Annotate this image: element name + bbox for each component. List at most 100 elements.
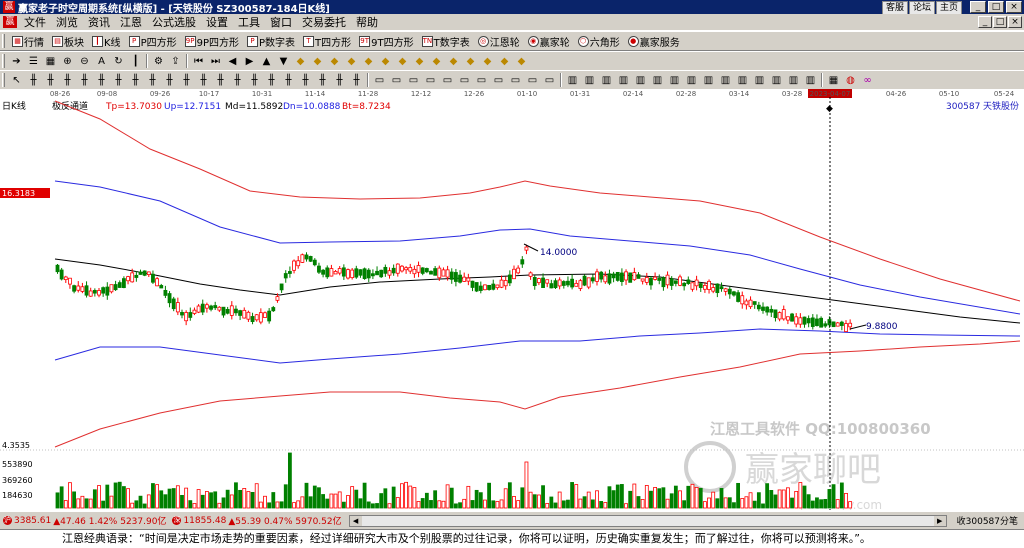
line-tool-icon[interactable]: ╫ xyxy=(95,74,108,87)
t-table-button[interactable]: TN T数字表 xyxy=(418,34,474,49)
line-tool-icon[interactable]: ╫ xyxy=(129,74,142,87)
mdi-minimize-button[interactable]: _ xyxy=(978,16,992,28)
diamond-icon[interactable]: ◆ xyxy=(481,55,494,68)
kline-chart[interactable]: 08-26 09-08 09-26 10-17 10-31 11-14 11-28 12-12… xyxy=(0,89,1024,512)
line-tool-icon[interactable]: ╫ xyxy=(282,74,295,87)
box-tool-icon[interactable]: ▭ xyxy=(543,74,556,87)
homepage-link[interactable]: 主页 xyxy=(935,1,962,15)
diamond-icon[interactable]: ◆ xyxy=(328,55,341,68)
menu-settings[interactable]: 设置 xyxy=(201,14,233,30)
9p-square-button[interactable]: 9P 9P四方形 xyxy=(181,34,243,49)
refresh-icon[interactable]: ↻ xyxy=(112,55,125,68)
diamond-icon[interactable]: ◆ xyxy=(345,55,358,68)
menu-help[interactable]: 帮助 xyxy=(351,14,383,30)
zoom-out-icon[interactable]: ⊖ xyxy=(78,55,91,68)
grid-tool-icon[interactable]: ▥ xyxy=(770,74,783,87)
line-tool-icon[interactable]: ╫ xyxy=(112,74,125,87)
diamond-icon[interactable]: ◆ xyxy=(311,55,324,68)
grid-tool-icon[interactable]: ▥ xyxy=(617,74,630,87)
forum-link[interactable]: 论坛 xyxy=(908,1,935,15)
grid-tool-icon[interactable]: ▥ xyxy=(736,74,749,87)
winner-wheel-button[interactable]: ◉ 赢家轮 xyxy=(524,34,574,49)
menu-file[interactable]: 文件 xyxy=(19,14,51,30)
mdi-close-button[interactable]: × xyxy=(1008,16,1022,28)
scroll-left-icon[interactable]: ◀ xyxy=(349,515,362,526)
grid-tool-icon[interactable]: ▥ xyxy=(804,74,817,87)
minimize-button[interactable]: _ xyxy=(970,1,986,13)
sh-index[interactable]: 沪 3385.61 ▲47.46 1.42% 5237.90亿 xyxy=(0,514,169,527)
sectors-button[interactable]: ▤ 板块 xyxy=(48,34,88,49)
grid-tool-icon[interactable]: ▥ xyxy=(787,74,800,87)
diamond-icon[interactable]: ◆ xyxy=(396,55,409,68)
box-tool-icon[interactable]: ▭ xyxy=(526,74,539,87)
list-icon[interactable]: ☰ xyxy=(27,55,40,68)
circle-icon[interactable]: ◍ xyxy=(844,74,857,87)
grid-tool-icon[interactable]: ▥ xyxy=(600,74,613,87)
quotes-button[interactable]: ▦ 行情 xyxy=(8,34,48,49)
9t-square-button[interactable]: 9T 9T四方形 xyxy=(355,34,417,49)
maximize-button[interactable]: □ xyxy=(988,1,1004,13)
grid-tool-icon[interactable]: ▥ xyxy=(702,74,715,87)
infinity-icon[interactable]: ∞ xyxy=(861,74,874,87)
grid-tool-icon[interactable]: ▥ xyxy=(651,74,664,87)
grid-tool-icon[interactable]: ▥ xyxy=(634,74,647,87)
diamond-icon[interactable]: ◆ xyxy=(430,55,443,68)
diamond-icon[interactable]: ◆ xyxy=(379,55,392,68)
down-icon[interactable]: ▼ xyxy=(277,55,290,68)
line-tool-icon[interactable]: ╫ xyxy=(180,74,193,87)
customer-service-link[interactable]: 客服 xyxy=(881,1,908,15)
table-icon[interactable]: ▦ xyxy=(827,74,840,87)
diamond-icon[interactable]: ◆ xyxy=(447,55,460,68)
toolbar-grip[interactable] xyxy=(2,34,5,48)
close-button[interactable]: × xyxy=(1006,1,1022,13)
p-table-button[interactable]: P P数字表 xyxy=(243,34,299,49)
box-tool-icon[interactable]: ▭ xyxy=(475,74,488,87)
service-button[interactable]: ● 赢家服务 xyxy=(624,34,684,49)
menu-browse[interactable]: 浏览 xyxy=(51,14,83,30)
line-tool-icon[interactable]: ╫ xyxy=(231,74,244,87)
line-tool-icon[interactable]: ╫ xyxy=(44,74,57,87)
diamond-icon[interactable]: ◆ xyxy=(362,55,375,68)
bar-icon[interactable]: ┃ xyxy=(129,55,142,68)
scroll-right-icon[interactable]: ▶ xyxy=(933,515,946,526)
box-tool-icon[interactable]: ▭ xyxy=(492,74,505,87)
tick-data-label[interactable]: 收300587分笔 xyxy=(951,514,1024,527)
prev-icon[interactable]: ◀ xyxy=(226,55,239,68)
grid-tool-icon[interactable]: ▥ xyxy=(566,74,579,87)
diamond-icon[interactable]: ◆ xyxy=(413,55,426,68)
box-tool-icon[interactable]: ▭ xyxy=(458,74,471,87)
line-tool-icon[interactable]: ╫ xyxy=(248,74,261,87)
line-tool-icon[interactable]: ╫ xyxy=(299,74,312,87)
box-tool-icon[interactable]: ▭ xyxy=(407,74,420,87)
box-tool-icon[interactable]: ▭ xyxy=(441,74,454,87)
up-icon[interactable]: ▲ xyxy=(260,55,273,68)
diamond-icon[interactable]: ◆ xyxy=(498,55,511,68)
kline-chart-area[interactable]: 08-26 09-08 09-26 10-17 10-31 11-14 11-28 12-12… xyxy=(0,89,1024,512)
mdi-restore-button[interactable]: □ xyxy=(993,16,1007,28)
line-tool-icon[interactable]: ╫ xyxy=(197,74,210,87)
calculator-icon[interactable]: ▦ xyxy=(44,55,57,68)
line-tool-icon[interactable]: ╫ xyxy=(265,74,278,87)
grid-tool-icon[interactable]: ▥ xyxy=(753,74,766,87)
line-tool-icon[interactable]: ╫ xyxy=(350,74,363,87)
line-tool-icon[interactable]: ╫ xyxy=(78,74,91,87)
line-tool-icon[interactable]: ╫ xyxy=(333,74,346,87)
export-icon[interactable]: ⇪ xyxy=(169,55,182,68)
last-page-icon[interactable]: ⏭ xyxy=(209,55,222,68)
line-tool-icon[interactable]: ╫ xyxy=(146,74,159,87)
font-icon[interactable]: A xyxy=(95,55,108,68)
grid-tool-icon[interactable]: ▥ xyxy=(668,74,681,87)
diamond-icon[interactable]: ◆ xyxy=(464,55,477,68)
gann-wheel-button[interactable]: ◎ 江恩轮 xyxy=(474,34,524,49)
menu-trade[interactable]: 交易委托 xyxy=(297,14,351,30)
grid-tool-icon[interactable]: ▥ xyxy=(685,74,698,87)
line-tool-icon[interactable]: ╫ xyxy=(61,74,74,87)
box-tool-icon[interactable]: ▭ xyxy=(373,74,386,87)
p-square-button[interactable]: P P四方形 xyxy=(125,34,181,49)
toolbar-grip[interactable] xyxy=(2,54,5,68)
sz-index[interactable]: 深 11855.48 ▲55.39 0.47% 5970.52亿 xyxy=(169,514,344,527)
t-square-button[interactable]: T T四方形 xyxy=(299,34,355,49)
cursor-icon[interactable]: ↖ xyxy=(10,74,23,87)
box-tool-icon[interactable]: ▭ xyxy=(509,74,522,87)
menu-window[interactable]: 窗口 xyxy=(265,14,297,30)
